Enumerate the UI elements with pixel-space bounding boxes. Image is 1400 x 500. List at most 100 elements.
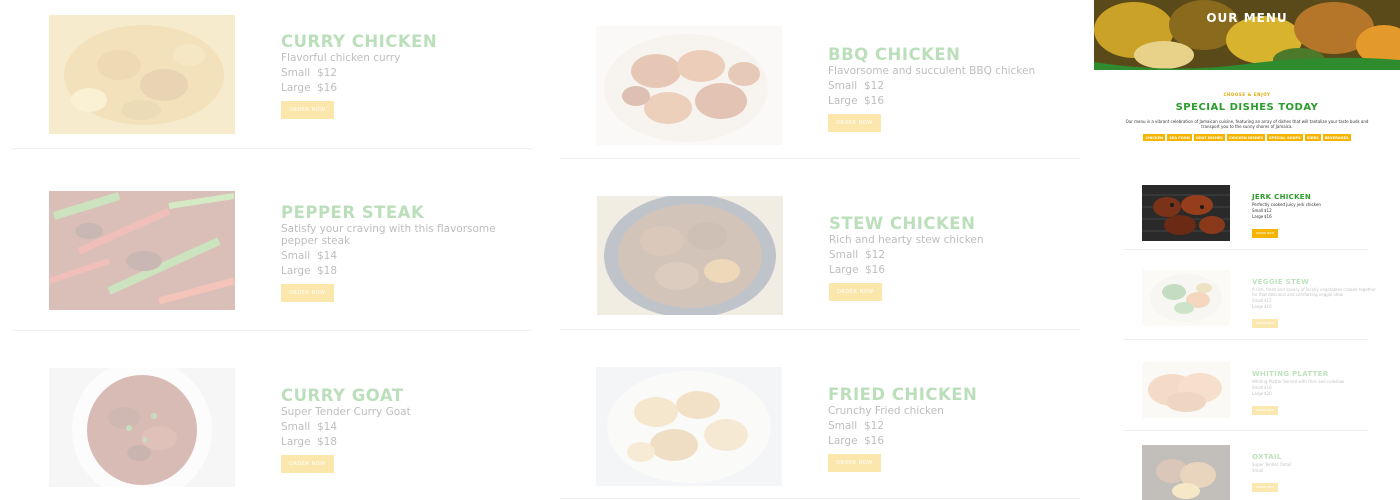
section-title: SPECIAL DISHES TODAY (1175, 102, 1319, 113)
large-price: $16 (317, 82, 338, 94)
large-label: Large (828, 435, 858, 447)
large-price-row: Large$16 (828, 435, 1068, 447)
small-price: $12 (864, 420, 885, 432)
large-price-row: Large$16 (1252, 214, 1382, 219)
large-label: Large (1252, 391, 1264, 396)
dish-description: Crunchy Fried chicken (828, 405, 944, 417)
large-price: $16 (1264, 214, 1272, 219)
small-price-row: Small (1252, 468, 1382, 473)
whiting-platter-image (1142, 362, 1230, 418)
menu-card-pepper-steak: PEPPER STEAK Satisfy your craving with t… (49, 191, 529, 316)
dish-description: Satisfy your craving with this flavorsom… (281, 223, 496, 247)
item-info: JERK CHICKEN Perfectly cooked juicy jerk… (1252, 193, 1382, 238)
large-price-row: Large $18 (281, 265, 521, 277)
dish-description: Rich and hearty stew chicken (829, 234, 984, 246)
dish-description: Super Tender Oxtail (1252, 462, 1292, 467)
order-now-button[interactable]: ORDER NOW (828, 454, 881, 472)
dish-name: JERK CHICKEN (1252, 193, 1312, 201)
intro-paragraph: Our menu is a vibrant celebration of Jam… (1125, 119, 1369, 129)
menu-card-curry-goat: CURRY GOAT Super Tender Curry Goat Small… (49, 368, 529, 493)
category-special-soups[interactable]: SPECIAL SOUPS (1266, 134, 1303, 141)
category-goat-dishes[interactable]: GOAT DISHES (1193, 134, 1225, 141)
small-price: $12 (864, 80, 885, 92)
dish-description: Super Tender Curry Goat (281, 406, 411, 418)
divider (1124, 339, 1368, 340)
small-price-row: Small$12 (828, 420, 1068, 432)
category-sea-food[interactable]: SEA FOOD (1167, 134, 1192, 141)
order-now-button[interactable]: ORDER NOW (829, 283, 882, 301)
large-label: Large (1252, 304, 1264, 309)
item-info: OXTAIL Super Tender Oxtail Small ORDER N… (1252, 453, 1382, 492)
order-now-button[interactable]: ORDER NOW (828, 114, 881, 132)
large-label: Large (281, 265, 311, 277)
order-now-button[interactable]: ORDER NOW (1252, 482, 1278, 492)
category-beverages[interactable]: BEVERAGES (1322, 134, 1351, 141)
card-info: PEPPER STEAK Satisfy your craving with t… (281, 203, 521, 302)
order-now-button[interactable]: ORDER NOW (1252, 228, 1278, 238)
small-price: $16 (1264, 385, 1272, 390)
jerk-chicken-image (1142, 185, 1230, 241)
large-price: $20 (1264, 391, 1272, 396)
large-price: $16 (864, 95, 885, 107)
card-info: CURRY GOAT Super Tender Curry Goat Small… (281, 386, 521, 473)
pepper-steak-image (49, 191, 235, 310)
small-price-row: Small$12 (1252, 208, 1382, 213)
large-price: $16 (1264, 304, 1272, 309)
small-price: $12 (1264, 208, 1272, 213)
stew-chicken-image (597, 196, 783, 315)
menu-card-bbq-chicken: BBQ CHICKEN Flavorsome and succulent BBQ… (596, 26, 1076, 151)
menu-card-curry-chicken: CURRY CHICKEN Flavorful chicken curry Sm… (49, 15, 529, 140)
small-price: $14 (317, 421, 338, 433)
dish-description: Whiting Platter Served with fries and co… (1252, 379, 1345, 384)
dish-description: Perfectly cooked juicy jerk chicken (1252, 202, 1321, 207)
small-price: $12 (317, 67, 338, 79)
large-price-row: Large$20 (1252, 391, 1382, 396)
order-now-button[interactable]: ORDER NOW (1252, 405, 1278, 415)
oxtail-image (1142, 445, 1230, 500)
small-label: Small (1252, 468, 1264, 473)
small-label: Small (281, 67, 311, 79)
large-label: Large (828, 95, 858, 107)
category-chicken-dishes[interactable]: CHICKEN DISHES (1226, 134, 1265, 141)
small-price-row: Small $14 (281, 421, 521, 433)
dish-name: PEPPER STEAK (281, 203, 425, 222)
dish-description: A rich, fresh and savory of locally vege… (1252, 287, 1377, 297)
large-label: Large (281, 436, 311, 448)
small-price: $14 (317, 250, 338, 262)
menu-item-jerk-chicken: JERK CHICKEN Perfectly cooked juicy jerk… (1142, 185, 1382, 245)
order-now-button[interactable]: ORDER NOW (1252, 318, 1278, 328)
card-info: FRIED CHICKEN Crunchy Fried chicken Smal… (828, 385, 1068, 472)
small-label: Small (829, 249, 859, 261)
dish-name: CURRY CHICKEN (281, 32, 438, 51)
menu-page: OUR MENU CHOOSE & ENJOY SPECIAL DISHES T… (1094, 0, 1400, 500)
small-label: Small (1252, 385, 1264, 390)
dish-description: Flavorful chicken curry (281, 52, 401, 64)
card-info: STEW CHICKEN Rich and hearty stew chicke… (829, 214, 1069, 301)
category-chicken[interactable]: CHICKEN (1143, 134, 1166, 141)
category-sides[interactable]: SIDES (1304, 134, 1321, 141)
item-info: VEGGIE STEW A rich, fresh and savory of … (1252, 278, 1382, 328)
divider (12, 148, 532, 149)
order-now-button[interactable]: ORDER NOW (281, 284, 334, 302)
small-price-row: Small $14 (281, 250, 521, 262)
order-now-button[interactable]: ORDER NOW (281, 101, 334, 119)
menu-item-veggie-stew: VEGGIE STEW A rich, fresh and savory of … (1142, 270, 1382, 330)
large-price-row: Large$16 (1252, 304, 1382, 309)
bbq-chicken-image (596, 26, 782, 145)
zoomed-menu-background: CURRY CHICKEN Flavorful chicken curry Sm… (0, 0, 1094, 500)
curry-chicken-image (49, 15, 235, 134)
order-now-button[interactable]: ORDER NOW (281, 455, 334, 473)
divider (560, 158, 1080, 159)
hero-title: OUR MENU (1206, 11, 1288, 25)
menu-card-fried-chicken: FRIED CHICKEN Crunchy Fried chicken Smal… (596, 367, 1076, 492)
dish-name: FRIED CHICKEN (828, 385, 978, 404)
divider (1124, 430, 1368, 431)
dish-name: VEGGIE STEW (1252, 278, 1310, 286)
small-label: Small (281, 250, 311, 262)
dish-description: Flavorsome and succulent BBQ chicken (828, 65, 1036, 77)
card-info: CURRY CHICKEN Flavorful chicken curry Sm… (281, 32, 521, 119)
kicker-text: CHOOSE & ENJOY (1223, 92, 1271, 97)
small-label: Small (828, 80, 858, 92)
fried-chicken-image (596, 367, 782, 486)
divider (560, 498, 1080, 499)
